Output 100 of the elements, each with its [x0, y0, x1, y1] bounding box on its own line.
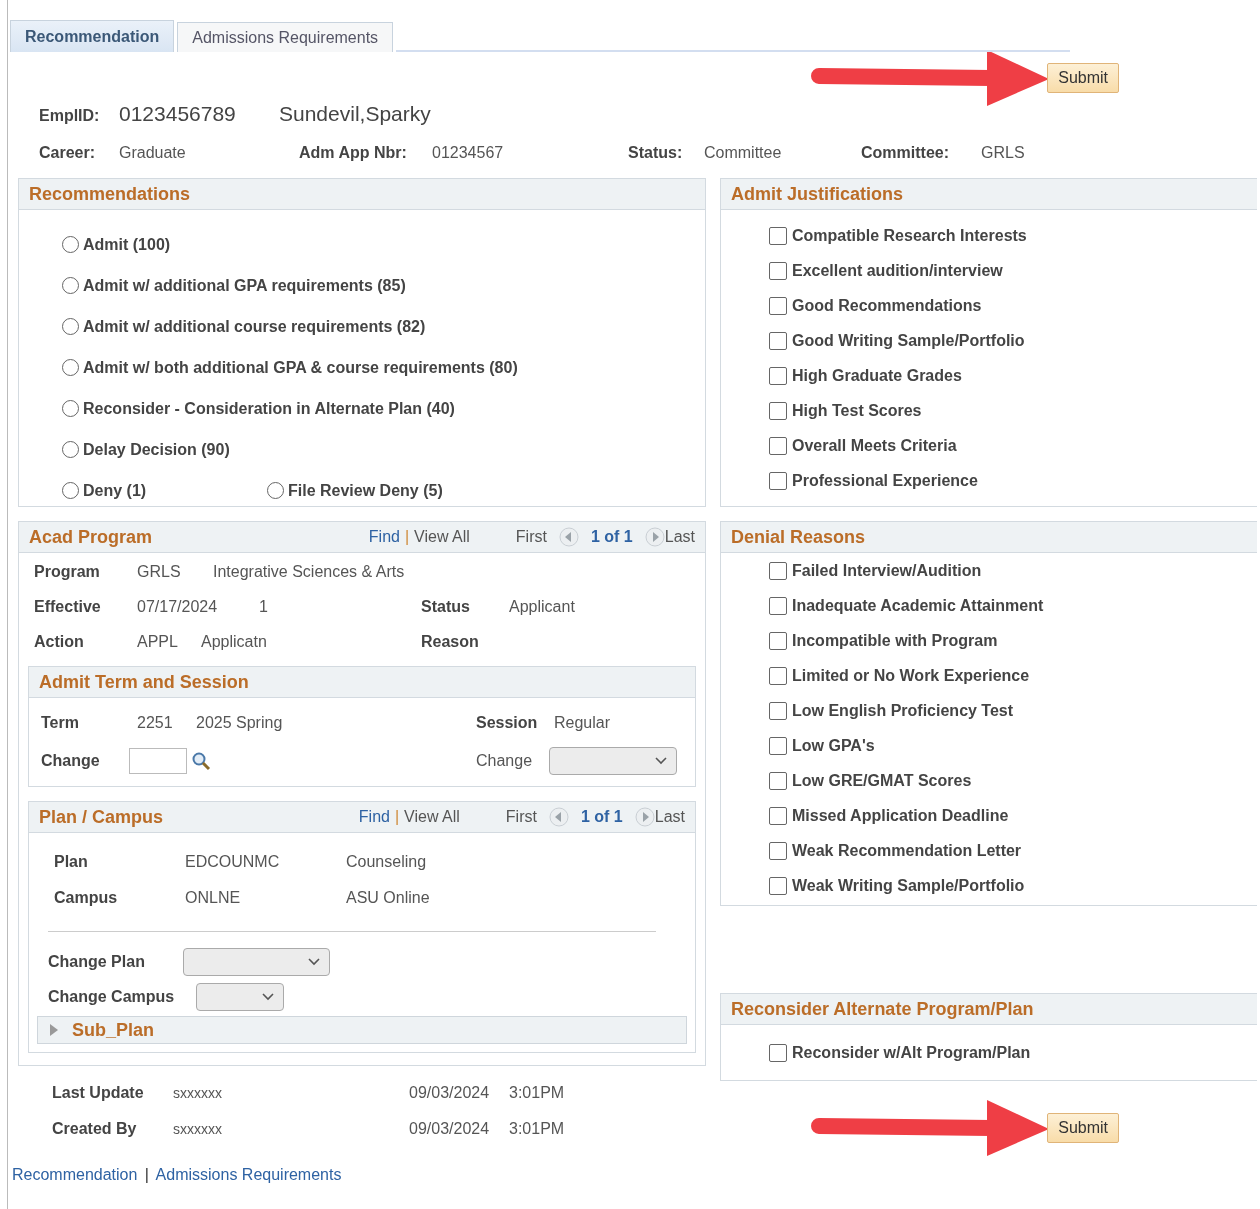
checkbox-label: Low English Proficiency Test [792, 701, 1014, 720]
tab[interactable]: Recommendation [10, 20, 175, 52]
tab[interactable]: Admissions Requirements [177, 22, 394, 52]
radio-label: Admit w/ additional course requirements (82) [83, 317, 426, 336]
view-all-link[interactable]: View All [414, 528, 470, 546]
checkbox-label: Reconsider w/Alt Program/Plan [792, 1043, 1031, 1062]
field-value: Committee [704, 144, 783, 162]
radio-button[interactable] [62, 318, 79, 335]
radio-label: Admit w/ both additional GPA & course requirements (80) [83, 358, 518, 377]
section-title: Acad Program [29, 526, 153, 548]
checkbox-label: Missed Application Deadline [792, 806, 1009, 825]
field-label: Change Campus [48, 987, 176, 1006]
field-value: 09/03/2024 [409, 1084, 491, 1102]
checkbox[interactable] [769, 436, 787, 455]
checkbox[interactable] [769, 876, 787, 895]
checkbox[interactable] [769, 806, 787, 825]
find-link[interactable]: Find [368, 528, 400, 546]
field-label: Adm App Nbr: [299, 144, 408, 162]
section-title: Admit Term and Session [39, 671, 249, 693]
checkbox[interactable] [769, 1043, 787, 1062]
last-label: Last [664, 528, 695, 546]
field-label: Program [34, 563, 101, 581]
field-value: 01234567 [432, 144, 505, 162]
radio-button[interactable] [62, 359, 79, 376]
checkbox[interactable] [769, 366, 787, 385]
field-value: GRLS [981, 144, 1026, 162]
term-input[interactable] [129, 748, 187, 774]
checkbox[interactable] [769, 736, 787, 755]
field-value: 0123456789 [119, 102, 237, 126]
field-label: Change [476, 752, 534, 770]
section-title: Denial Reasons [731, 526, 866, 548]
field-value: sxxxxxx [173, 1121, 223, 1137]
checkbox[interactable] [769, 841, 787, 860]
field-value: 3:01PM [509, 1120, 565, 1138]
checkbox[interactable] [769, 596, 787, 615]
field-label: Change [41, 752, 101, 770]
footer-link[interactable]: Admissions Requirements [155, 1166, 342, 1183]
checkbox-label: Failed Interview/Audition [792, 561, 982, 580]
student-name: Sundevil,Sparky [279, 102, 431, 126]
chevron-down-icon [308, 957, 320, 966]
radio-button[interactable] [62, 236, 79, 253]
checkbox-label: Good Writing Sample/Portfolio [792, 331, 1025, 350]
checkbox[interactable] [769, 401, 787, 420]
first-label: First [505, 808, 537, 826]
footer-link[interactable]: Recommendation [12, 1166, 138, 1183]
checkbox-label: Weak Writing Sample/Portfolio [792, 876, 1025, 895]
radio-button[interactable] [62, 482, 79, 499]
field-value: Applicant [509, 598, 575, 616]
submit-button[interactable]: Submit [1047, 1113, 1119, 1143]
field-value: ONLNE [185, 889, 242, 907]
field-label: Career: [39, 144, 97, 162]
checkbox[interactable] [769, 261, 787, 280]
checkbox[interactable] [769, 666, 787, 685]
field-value: Applicatn [201, 633, 267, 651]
page-count: 1 of 1 [590, 528, 633, 546]
separator: | [404, 528, 410, 546]
radio-button[interactable] [62, 441, 79, 458]
checkbox-label: Compatible Research Interests [792, 226, 1027, 245]
field-value: EDCOUNMC [185, 853, 281, 871]
field-label: Created By [52, 1120, 138, 1138]
checkbox[interactable] [769, 471, 787, 490]
checkbox[interactable] [769, 561, 787, 580]
section-title: Plan / Campus [39, 806, 164, 828]
first-label: First [515, 528, 547, 546]
separator: | [144, 1166, 149, 1183]
radio-label: Reconsider - Consideration in Alternate Plan (40) [83, 399, 455, 418]
radio-button[interactable] [62, 277, 79, 294]
field-value: ASU Online [346, 889, 430, 907]
radio-button[interactable] [62, 400, 79, 417]
field-label: Status: [628, 144, 684, 162]
field-value: Graduate [119, 144, 187, 162]
search-icon[interactable] [191, 751, 211, 771]
checkbox[interactable] [769, 296, 787, 315]
radio-label: Deny (1) [83, 481, 147, 500]
checkbox-label: Low GRE/GMAT Scores [792, 771, 972, 790]
checkbox-label: Professional Experience [792, 471, 978, 490]
section-title: Recommendations [29, 183, 191, 205]
page-count: 1 of 1 [580, 808, 623, 826]
radio-label: Admit (100) [83, 235, 171, 254]
checkbox[interactable] [769, 631, 787, 650]
field-label: Campus [54, 889, 119, 907]
field-label: Committee: [861, 144, 950, 162]
field-value: 3:01PM [509, 1084, 565, 1102]
caret-right-icon [48, 1023, 60, 1037]
checkbox[interactable] [769, 331, 787, 350]
field-value: 07/17/2024 [137, 598, 219, 616]
field-label: Action [34, 633, 85, 651]
checkbox-label: Excellent audition/interview [792, 261, 1003, 280]
field-label: EmplID: [39, 107, 101, 125]
view-all-link[interactable]: View All [404, 808, 460, 826]
checkbox-label: Limited or No Work Experience [792, 666, 1030, 685]
checkbox[interactable] [769, 226, 787, 245]
checkbox[interactable] [769, 701, 787, 720]
sub-plan-header[interactable]: Sub_Plan [37, 1016, 687, 1044]
radio-button[interactable] [267, 482, 284, 499]
chevron-down-icon [655, 757, 667, 765]
checkbox[interactable] [769, 771, 787, 790]
find-link[interactable]: Find [358, 808, 390, 826]
last-label: Last [654, 808, 685, 826]
submit-button[interactable]: Submit [1047, 63, 1119, 93]
